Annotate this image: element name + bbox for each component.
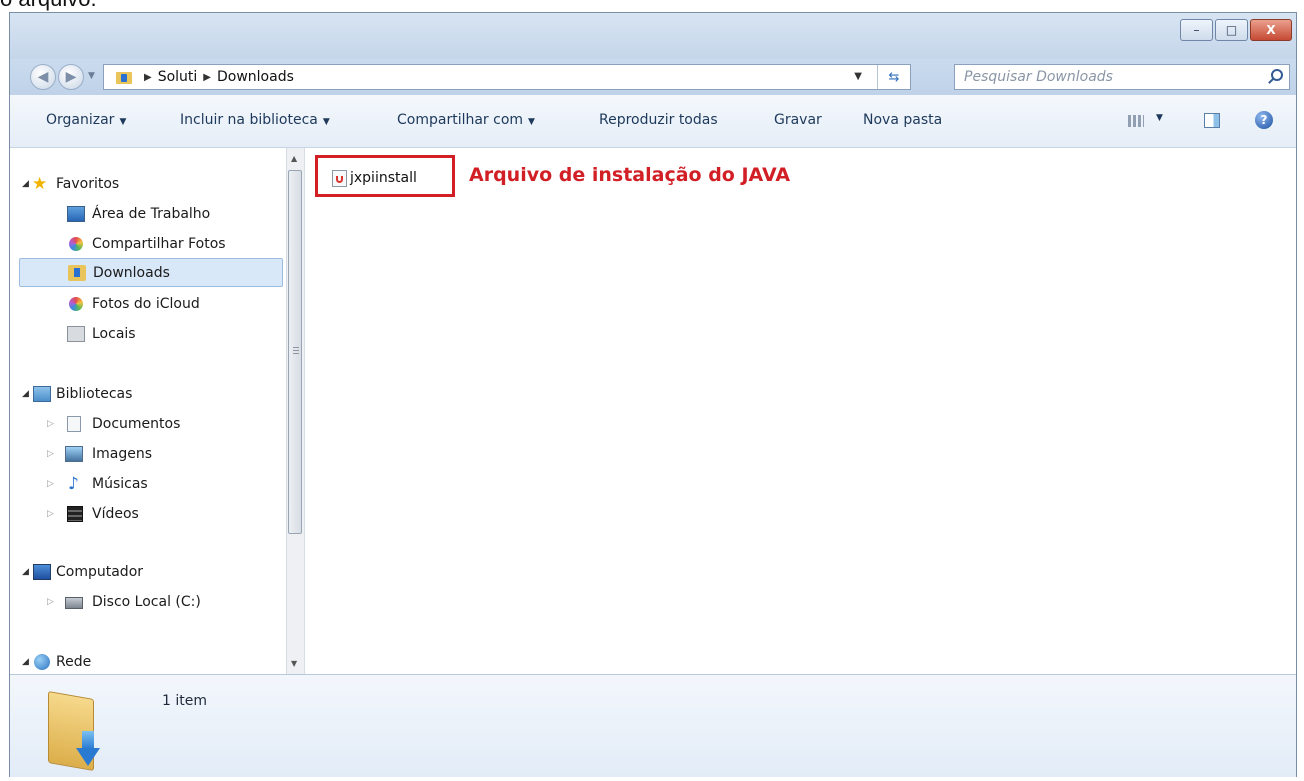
details-pane: 1 item <box>10 674 1296 777</box>
chevron-down-icon: ▼ <box>528 117 535 127</box>
chevron-down-icon: ▼ <box>322 117 330 127</box>
maximize-button[interactable]: □ <box>1215 19 1248 41</box>
command-bar: Organizar ▼ Incluir na biblioteca ▼ Compar… <box>10 95 1296 148</box>
refresh-button[interactable]: ⇆ <box>877 65 910 89</box>
nav-downloads[interactable]: Downloads <box>19 258 283 287</box>
nav-videos-label: Vídeos <box>92 506 139 522</box>
nav-shared-photos-label: Compartilhar Fotos <box>92 236 226 252</box>
close-button[interactable]: X <box>1250 19 1292 41</box>
collapsed-arrow-icon[interactable]: ▷ <box>47 470 54 499</box>
desktop-icon <box>67 206 85 222</box>
nav-computer-label: Computador <box>56 564 144 580</box>
nav-network-label: Rede <box>56 654 92 670</box>
computer-icon <box>33 564 51 580</box>
file-item[interactable]: jxpiinstall <box>332 168 417 188</box>
downloads-folder-icon <box>68 265 86 281</box>
documents-icon <box>67 416 81 432</box>
address-history-dropdown-icon[interactable]: ▼ <box>854 71 862 82</box>
breadcrumb-downloads[interactable]: Downloads <box>217 69 294 85</box>
collapsed-arrow-icon[interactable]: ▷ <box>47 588 54 617</box>
title-bar: – □ X <box>10 13 1296 59</box>
new-folder-button[interactable]: Nova pasta <box>863 112 942 128</box>
page-caption: o arquivo. <box>0 0 300 12</box>
nav-documents-label: Documentos <box>92 416 181 432</box>
nav-favorites-label: Favoritos <box>56 176 120 192</box>
star-icon: ★ <box>32 174 48 194</box>
view-options-dropdown-icon[interactable]: ▼ <box>1156 113 1163 123</box>
music-icon: ♪ <box>68 474 79 494</box>
breadcrumb-soluti[interactable]: Soluti <box>158 69 198 85</box>
breadcrumb-separator-icon[interactable]: ▶ <box>144 72 152 83</box>
organize-label: Organizar <box>46 112 115 128</box>
nav-places-label: Locais <box>92 326 136 342</box>
recent-pages-dropdown-icon[interactable]: ▼ <box>88 71 95 81</box>
preview-pane-icon[interactable] <box>1204 113 1220 128</box>
expanded-arrow-icon[interactable]: ◢ <box>22 648 29 677</box>
grip-icon <box>293 347 299 355</box>
downloads-folder-large-icon <box>48 690 112 772</box>
search-icon[interactable] <box>1271 69 1283 81</box>
videos-icon <box>67 506 83 522</box>
search-placeholder: Pesquisar Downloads <box>964 69 1113 85</box>
nav-music-label: Músicas <box>92 476 148 492</box>
network-icon <box>34 654 50 670</box>
help-icon[interactable]: ? <box>1255 111 1273 129</box>
item-count: 1 item <box>162 693 207 709</box>
refresh-icon: ⇆ <box>888 69 900 85</box>
organize-menu[interactable]: Organizar ▼ <box>46 112 126 128</box>
nav-desktop-label: Área de Trabalho <box>92 206 211 222</box>
play-all-button[interactable]: Reproduzir todas <box>599 112 718 128</box>
nav-local-disk-label: Disco Local (C:) <box>92 594 201 610</box>
nav-downloads-label: Downloads <box>93 265 170 281</box>
nav-icloud-photos-label: Fotos do iCloud <box>92 296 200 312</box>
collapsed-arrow-icon[interactable]: ▷ <box>47 440 54 469</box>
forward-button[interactable]: ▶ <box>58 64 84 90</box>
chevron-down-icon: ▼ <box>119 117 127 127</box>
address-bar[interactable]: ▶ Soluti ▶ Downloads ▼ ⇆ <box>103 64 911 90</box>
expanded-arrow-icon[interactable]: ◢ <box>22 170 29 199</box>
minimize-button[interactable]: – <box>1180 19 1213 41</box>
nav-libraries-label: Bibliotecas <box>56 386 133 402</box>
search-input[interactable]: Pesquisar Downloads <box>954 64 1290 90</box>
nav-scrollbar[interactable]: ▲ ▼ <box>286 148 304 674</box>
address-row: ◀ ▶ ▼ ▶ Soluti ▶ Downloads ▼ ⇆ Pesquisar… <box>10 59 1296 95</box>
file-list[interactable]: jxpiinstall Arquivo de instalação do JAV… <box>305 148 1296 674</box>
pictures-icon <box>65 446 83 462</box>
back-button[interactable]: ◀ <box>30 64 56 90</box>
share-with-label: Compartilhar com <box>397 112 524 128</box>
scroll-thumb[interactable] <box>288 170 302 534</box>
navigation-pane: ◢ ★ Favoritos Área de Trabalho Compartil… <box>10 148 286 674</box>
java-installer-icon <box>332 169 347 187</box>
caption-buttons: – □ X <box>1180 19 1292 41</box>
annotation-label: Arquivo de instalação do JAVA <box>469 164 791 186</box>
collapsed-arrow-icon[interactable]: ▷ <box>47 500 54 529</box>
disk-drive-icon <box>65 597 83 609</box>
include-library-menu[interactable]: Incluir na biblioteca ▼ <box>180 112 330 128</box>
scroll-down-icon[interactable]: ▼ <box>291 659 297 668</box>
include-library-label: Incluir na biblioteca <box>180 112 318 128</box>
back-arrow-icon: ◀ <box>37 69 49 85</box>
expanded-arrow-icon[interactable]: ◢ <box>22 380 29 409</box>
file-name: jxpiinstall <box>350 170 417 186</box>
explorer-window: – □ X ◀ ▶ ▼ ▶ Soluti ▶ Downloads ▼ ⇆ Pes… <box>9 12 1297 777</box>
share-with-menu[interactable]: Compartilhar com ▼ <box>397 112 535 128</box>
nav-pictures-label: Imagens <box>92 446 153 462</box>
burn-button[interactable]: Gravar <box>774 112 822 128</box>
photos-icon <box>69 237 83 251</box>
change-view-icon[interactable] <box>1128 115 1144 127</box>
downloads-folder-icon <box>116 70 132 84</box>
forward-arrow-icon: ▶ <box>65 69 77 85</box>
collapsed-arrow-icon[interactable]: ▷ <box>47 410 54 439</box>
breadcrumb-separator-icon[interactable]: ▶ <box>203 72 211 83</box>
places-icon <box>67 326 85 342</box>
icloud-photos-icon <box>69 297 83 311</box>
scroll-up-icon[interactable]: ▲ <box>291 154 297 163</box>
expanded-arrow-icon[interactable]: ◢ <box>22 558 29 587</box>
libraries-icon <box>33 386 51 402</box>
